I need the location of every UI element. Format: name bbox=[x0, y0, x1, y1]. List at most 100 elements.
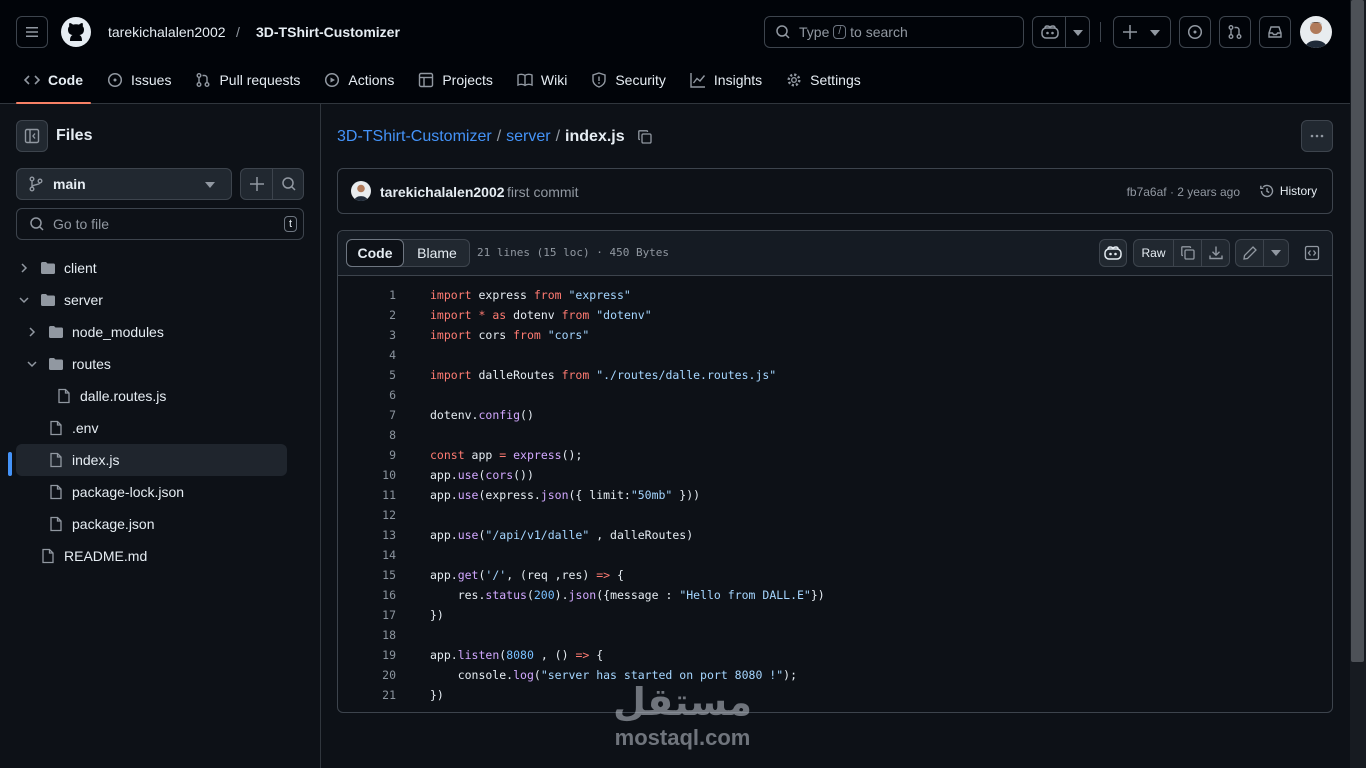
tree-item-readme[interactable]: README.md bbox=[16, 540, 287, 572]
line-number[interactable]: 18 bbox=[338, 625, 396, 645]
commit-sha-time[interactable]: fb7a6af · 2 years ago bbox=[1127, 184, 1240, 200]
breadcrumb-repo[interactable]: 3D-TShirt-Customizer bbox=[337, 128, 492, 146]
tab-pull-requests[interactable]: Pull requests bbox=[187, 64, 308, 96]
create-new-button[interactable] bbox=[1113, 16, 1171, 48]
github-logo-icon[interactable] bbox=[60, 16, 92, 48]
tab-settings[interactable]: Settings bbox=[778, 64, 869, 96]
line-number[interactable]: 16 bbox=[338, 585, 396, 605]
edit-file-button[interactable] bbox=[1236, 240, 1264, 266]
line-number[interactable]: 6 bbox=[338, 385, 396, 405]
blame-tab[interactable]: Blame bbox=[405, 240, 469, 266]
line-number[interactable]: 9 bbox=[338, 445, 396, 465]
tree-item-routes[interactable]: routes bbox=[16, 348, 287, 380]
add-file-button[interactable] bbox=[241, 169, 273, 199]
tab-wiki[interactable]: Wiki bbox=[509, 64, 575, 96]
branch-selector[interactable]: main bbox=[16, 168, 232, 200]
edit-options-button[interactable] bbox=[1264, 240, 1288, 266]
tab-issues[interactable]: Issues bbox=[99, 64, 179, 96]
commit-message[interactable]: first commit bbox=[507, 183, 579, 201]
tab-code-label: Code bbox=[48, 72, 83, 88]
go-to-file-input[interactable]: Go to file t bbox=[16, 208, 304, 240]
line-number[interactable]: 14 bbox=[338, 545, 396, 565]
line-code: const app = express(); bbox=[430, 448, 583, 462]
repo-link[interactable]: 3D-TShirt-Customizer bbox=[256, 22, 400, 42]
search-input[interactable]: Type / to search bbox=[764, 16, 1024, 48]
owner-link[interactable]: tarekichalalen2002 bbox=[108, 22, 226, 42]
download-raw-button[interactable] bbox=[1202, 240, 1229, 266]
line-number[interactable]: 2 bbox=[338, 305, 396, 325]
more-options-button[interactable] bbox=[1301, 120, 1333, 152]
line-number[interactable]: 8 bbox=[338, 425, 396, 445]
history-button[interactable]: History bbox=[1248, 176, 1328, 206]
line-number[interactable]: 5 bbox=[338, 365, 396, 385]
tree-item-env[interactable]: .env bbox=[16, 412, 287, 444]
tree-item-package-lock[interactable]: package-lock.json bbox=[16, 476, 287, 508]
search-files-button[interactable] bbox=[273, 169, 304, 199]
raw-button[interactable]: Raw bbox=[1134, 240, 1174, 266]
line-number[interactable]: 3 bbox=[338, 325, 396, 345]
line-number[interactable]: 13 bbox=[338, 525, 396, 545]
search-placeholder-post: to search bbox=[850, 24, 908, 40]
avatar[interactable] bbox=[1300, 16, 1332, 48]
line-number[interactable]: 7 bbox=[338, 405, 396, 425]
collapse-sidebar-button[interactable] bbox=[16, 120, 48, 152]
tab-issues-label: Issues bbox=[131, 72, 172, 88]
issue-icon bbox=[107, 72, 123, 88]
tree-item-label: .env bbox=[72, 420, 99, 436]
line-code: }) bbox=[430, 608, 444, 622]
tab-insights[interactable]: Insights bbox=[682, 64, 770, 96]
add-file-search-group bbox=[240, 168, 304, 200]
line-number[interactable]: 15 bbox=[338, 565, 396, 585]
tree-item-server[interactable]: server bbox=[16, 284, 287, 316]
copilot-button[interactable] bbox=[1032, 16, 1090, 48]
line-number[interactable]: 4 bbox=[338, 345, 396, 365]
tree-item-index-js[interactable]: index.js bbox=[16, 444, 287, 476]
chevron-down-icon bbox=[27, 361, 37, 368]
code-tab[interactable]: Code bbox=[346, 239, 404, 267]
commit-author-avatar[interactable] bbox=[351, 181, 371, 201]
tree-item-node-modules[interactable]: node_modules bbox=[16, 316, 287, 348]
search-icon bbox=[30, 217, 44, 231]
line-code: import cors from "cors" bbox=[430, 328, 590, 342]
tree-item-package-json[interactable]: package.json bbox=[16, 508, 287, 540]
issue-icon bbox=[1187, 24, 1203, 40]
hamburger-icon bbox=[26, 27, 38, 37]
tree-item-client[interactable]: client bbox=[16, 252, 287, 284]
code-body[interactable]: 1 import express from "express" 2 import * … bbox=[338, 277, 1332, 712]
menu-button[interactable] bbox=[16, 16, 48, 48]
tab-projects[interactable]: Projects bbox=[410, 64, 501, 96]
line-number[interactable]: 11 bbox=[338, 485, 396, 505]
line-number[interactable]: 1 bbox=[338, 285, 396, 305]
tab-actions[interactable]: Actions bbox=[316, 64, 402, 96]
commit-author[interactable]: tarekichalalen2002 bbox=[380, 183, 505, 201]
sidebar-collapse-icon bbox=[24, 128, 40, 144]
chevron-down-icon bbox=[1073, 30, 1083, 36]
inbox-button[interactable] bbox=[1259, 16, 1291, 48]
page-scrollbar-thumb[interactable] bbox=[1351, 0, 1364, 662]
chevron-right-icon bbox=[21, 263, 28, 273]
symbols-panel-button[interactable] bbox=[1298, 239, 1326, 267]
line-number[interactable]: 12 bbox=[338, 505, 396, 525]
line-number[interactable]: 10 bbox=[338, 465, 396, 485]
tree-item-label: package-lock.json bbox=[72, 484, 185, 500]
breadcrumb-folder[interactable]: server bbox=[506, 128, 550, 146]
copilot-ask-button[interactable] bbox=[1099, 239, 1127, 267]
line-number[interactable]: 17 bbox=[338, 605, 396, 625]
line-number[interactable]: 19 bbox=[338, 645, 396, 665]
go-to-file-placeholder: Go to file bbox=[53, 216, 110, 232]
issues-button[interactable] bbox=[1179, 16, 1211, 48]
tab-code[interactable]: Code bbox=[16, 64, 91, 104]
file-container: Code Blame 21 lines (15 loc) · 450 Bytes… bbox=[337, 230, 1333, 713]
copy-path-icon[interactable] bbox=[637, 129, 653, 145]
play-icon bbox=[325, 72, 340, 88]
tab-security[interactable]: Security bbox=[583, 64, 674, 96]
line-number[interactable]: 21 bbox=[338, 685, 396, 705]
line-number[interactable]: 20 bbox=[338, 665, 396, 685]
line-code: console.log("server has started on port … bbox=[430, 668, 797, 682]
tree-item-dalle-routes[interactable]: dalle.routes.js bbox=[16, 380, 287, 412]
pull-requests-button[interactable] bbox=[1219, 16, 1251, 48]
tab-projects-label: Projects bbox=[442, 72, 493, 88]
chevron-down-icon bbox=[205, 182, 215, 188]
global-header: tarekichalalen2002 / 3D-TShirt-Customize… bbox=[0, 0, 1366, 104]
copy-raw-button[interactable] bbox=[1174, 240, 1202, 266]
